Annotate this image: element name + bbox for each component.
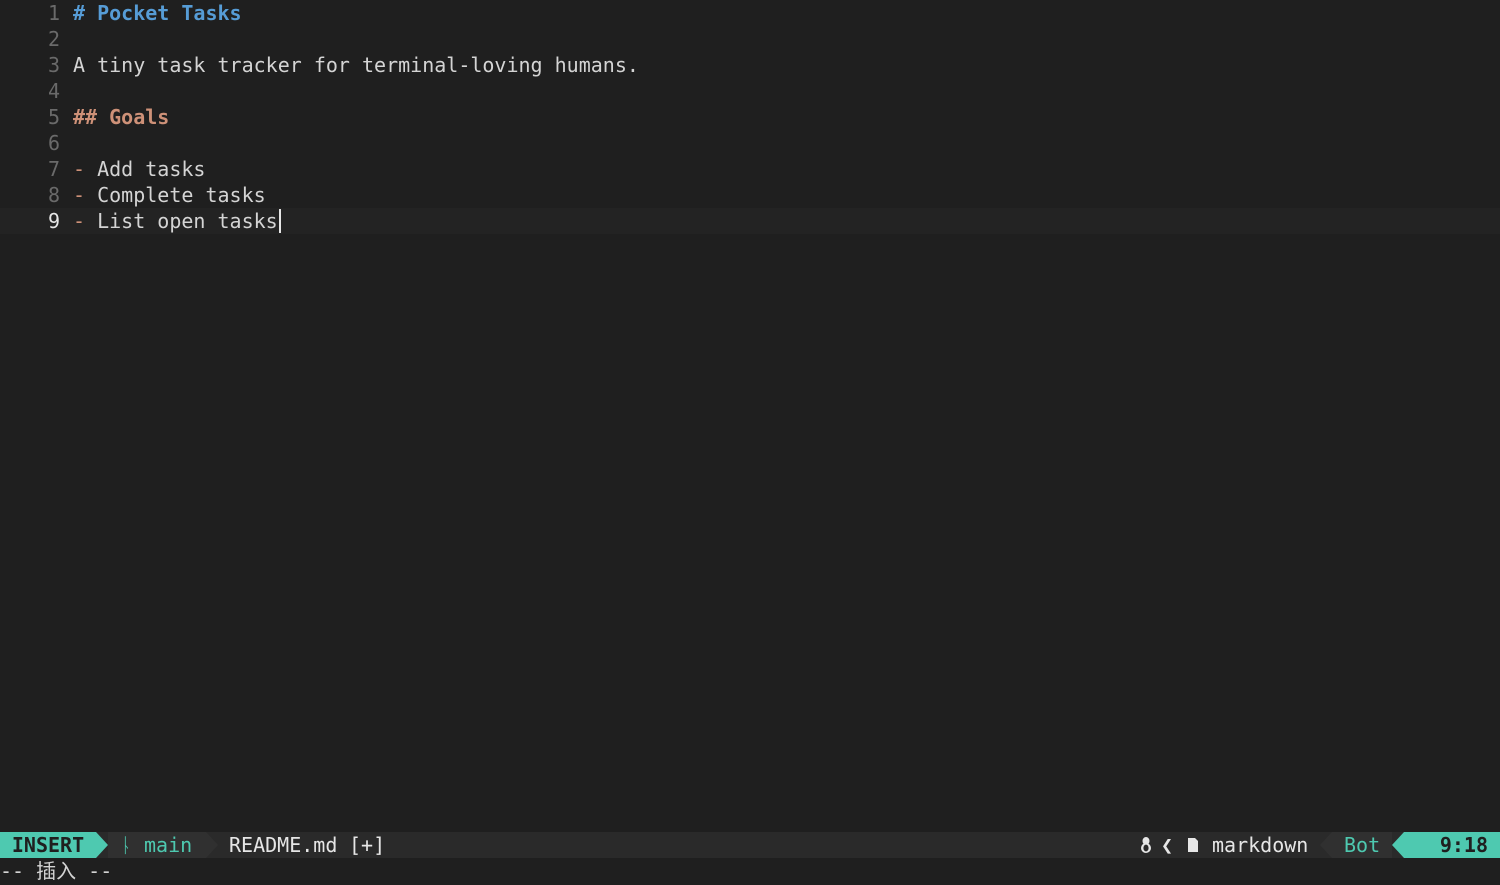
modified-flag: [+] [349,833,386,857]
line-text[interactable]: - List open tasks [73,208,281,234]
text-run: List open tasks [97,209,278,233]
line-number: 3 [47,53,60,77]
list-bullet: - [73,209,98,233]
line-number: 7 [47,157,60,181]
line-number: 6 [47,131,60,155]
line-text[interactable]: - Complete tasks [73,182,266,208]
heading-text: # [73,1,98,25]
buffer-line[interactable]: 5 ## Goals [0,104,1500,130]
buffer-line[interactable]: 3 A tiny task tracker for terminal-loving… [0,52,1500,78]
separator-chevron-icon: ❮ [1161,833,1174,857]
buffer-line[interactable]: 2 [0,26,1500,52]
line-number: 8 [47,183,60,207]
text-run: Complete tasks [97,183,266,207]
mode-indicator: INSERT [0,832,96,858]
line-text[interactable]: - Add tasks [73,156,205,182]
line-number: 4 [47,79,60,103]
buffer-line[interactable]: 1 # Pocket Tasks [0,0,1500,26]
text-run: A tiny task tracker for terminal-loving … [73,53,639,77]
line-text[interactable]: ## Goals [73,104,169,130]
cursor-position: 9:18 [1404,832,1500,858]
command-line[interactable]: -- 插入 -- [0,858,1500,885]
line-text[interactable]: # Pocket Tasks [73,0,242,26]
file-type: markdown [1212,833,1309,857]
heading-text: Pocket Tasks [97,1,242,25]
buffer-line[interactable]: 8- Complete tasks [0,182,1500,208]
heading-text: ## Goals [73,105,170,129]
buffer-line[interactable]: 9- List open tasks [0,208,1500,234]
git-branch-icon: ᚿ [120,833,132,857]
line-number: 2 [47,27,60,51]
editor-buffer[interactable]: 1 # Pocket Tasks 2 3 A tiny task tracker for… [0,0,1500,832]
status-line: INSERT ᚿ main README.md [+] ❮ markdown B… [0,832,1500,858]
line-text[interactable]: A tiny task tracker for terminal-loving … [73,52,639,78]
text-run: Add tasks [97,157,206,181]
git-branch-name: main [144,833,193,857]
list-bullet: - [73,183,98,207]
scroll-position: Bot [1332,832,1392,858]
text-cursor [278,209,281,233]
buffer-line[interactable]: 7- Add tasks [0,156,1500,182]
line-number: 1 [47,1,60,25]
buffer-line[interactable]: 4 [0,78,1500,104]
branch-separator-arrow [206,832,218,858]
percent-separator-arrow [1320,832,1332,858]
linux-icon [1138,832,1154,858]
mode-separator-arrow [96,832,108,858]
file-icon [1186,832,1200,858]
list-bullet: - [73,157,98,181]
git-branch-segment: ᚿ main [108,832,206,858]
cursor-separator-arrow [1392,832,1404,858]
file-name: README.md [229,833,338,857]
line-number: 5 [47,105,60,129]
line-number: 9 [47,209,60,233]
buffer-line[interactable]: 6 [0,130,1500,156]
